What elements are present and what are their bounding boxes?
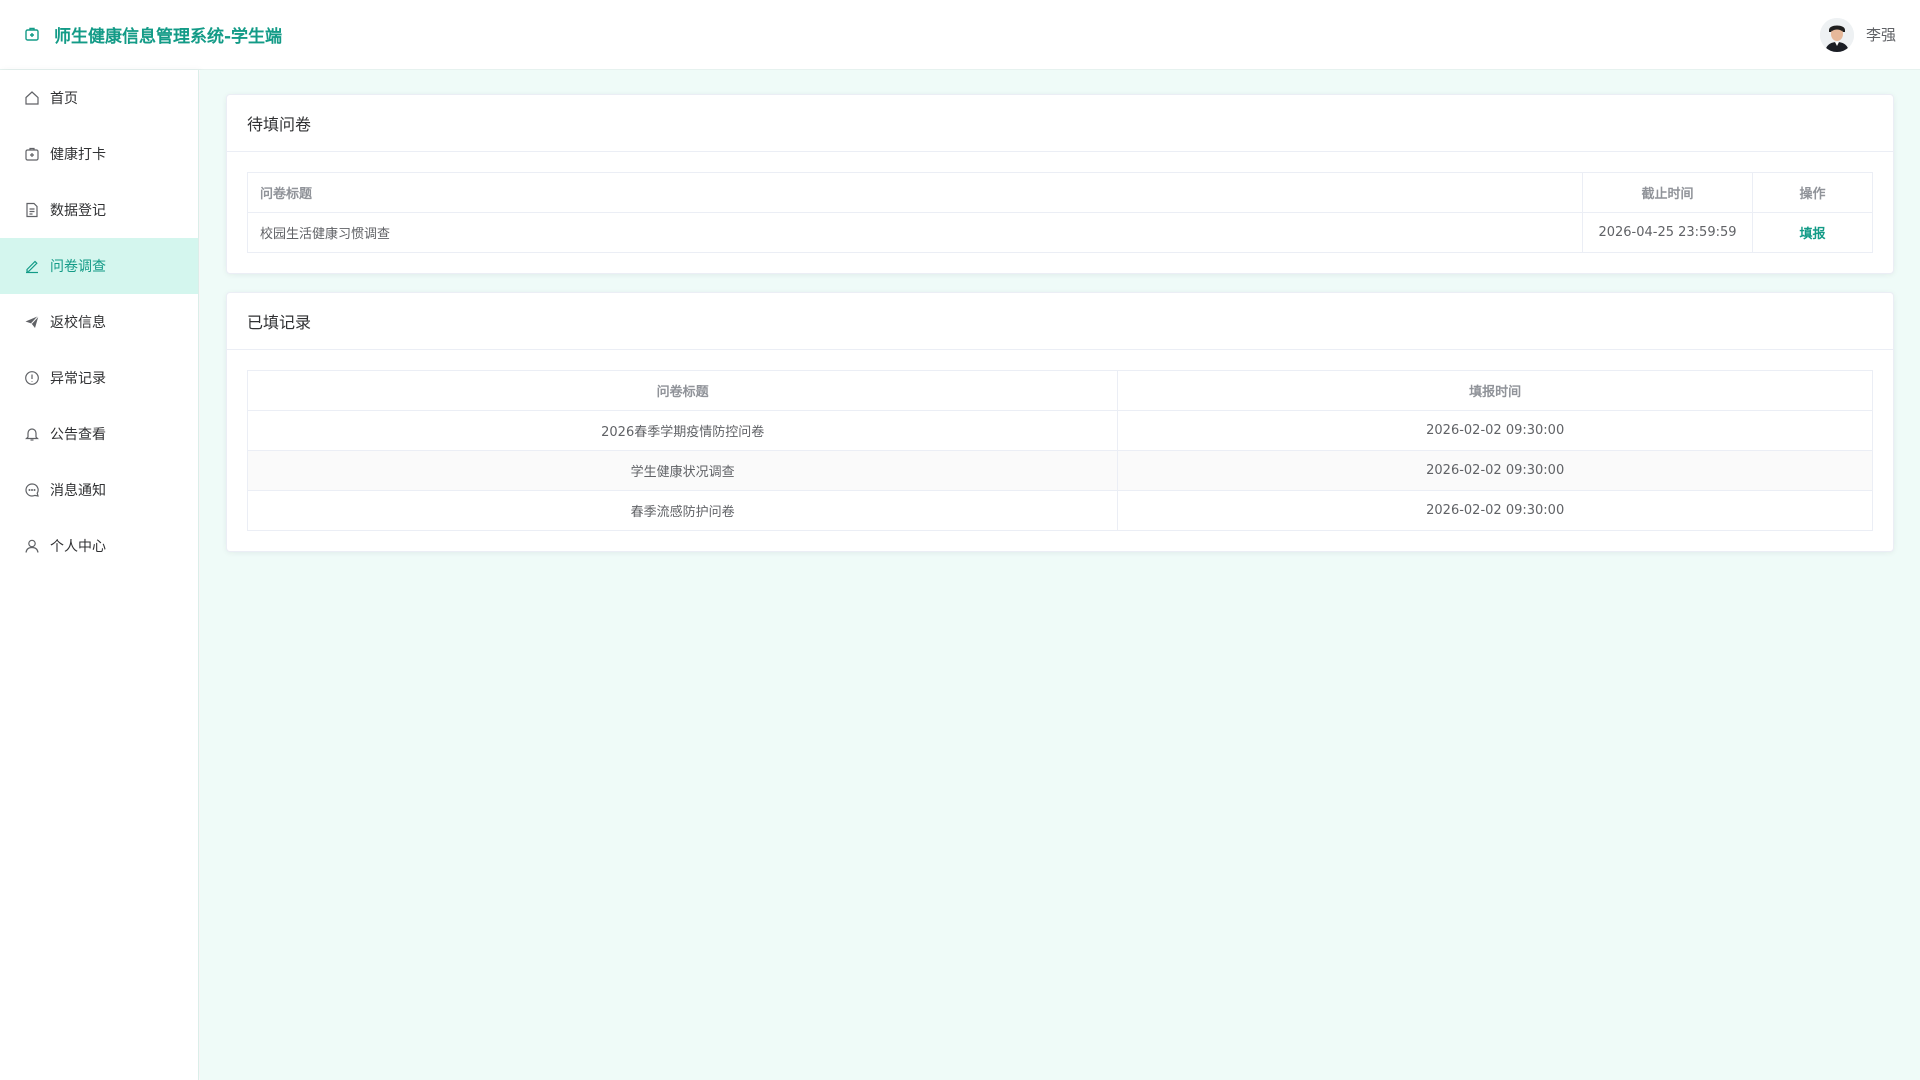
bell-icon (24, 426, 40, 442)
pending-surveys-table: 问卷标题 截止时间 操作 校园生活健康习惯调查 2026-04-25 23:59… (247, 172, 1873, 253)
brand[interactable]: 师生健康信息管理系统-学生端 (24, 22, 282, 47)
main-content: 待填问卷 问卷标题 截止时间 操作 校园生活健康习惯调查 2026-04-25 … (200, 70, 1920, 1080)
sidebar-item-profile[interactable]: 个人中心 (0, 518, 198, 574)
deadline: 2026-04-25 23:59:59 (1582, 212, 1753, 253)
warning-circle-icon (24, 370, 40, 386)
sidebar-item-label: 健康打卡 (50, 147, 106, 163)
survey-title: 校园生活健康习惯调查 (247, 212, 1583, 253)
pending-surveys-card: 待填问卷 问卷标题 截止时间 操作 校园生活健康习惯调查 2026-04-25 … (226, 94, 1894, 274)
submit-time: 2026-02-02 09:30:00 (1117, 490, 1873, 531)
fill-survey-link[interactable]: 填报 (1799, 227, 1825, 242)
table-row: 春季流感防护问卷 2026-02-02 09:30:00 (246, 490, 1873, 531)
sidebar-item-label: 首页 (50, 91, 78, 107)
card-title: 待填问卷 (227, 95, 1893, 152)
submit-time: 2026-02-02 09:30:00 (1117, 450, 1873, 491)
sidebar-item-label: 个人中心 (50, 539, 106, 555)
medical-kit-icon (24, 26, 42, 44)
completed-surveys-card: 已填记录 问卷标题 填报时间 2026春季学期疫情防控问卷 2026-02-02… (226, 292, 1894, 552)
sidebar-item-announcements[interactable]: 公告查看 (0, 406, 198, 462)
sidebar-item-data-register[interactable]: 数据登记 (0, 182, 198, 238)
avatar[interactable] (1819, 17, 1854, 52)
column-header: 填报时间 (1117, 370, 1873, 411)
app-title: 师生健康信息管理系统-学生端 (54, 27, 283, 47)
survey-title: 春季流感防护问卷 (246, 490, 1119, 531)
sidebar-item-label: 异常记录 (50, 371, 106, 387)
sidebar-item-health-checkin[interactable]: 健康打卡 (0, 126, 198, 182)
user-name: 李强 (1865, 26, 1896, 44)
user-menu[interactable]: 李强 (1819, 17, 1896, 52)
completed-surveys-table: 问卷标题 填报时间 2026春季学期疫情防控问卷 2026-02-02 09:3… (246, 370, 1873, 531)
user-icon (24, 538, 40, 554)
sidebar-item-return-info[interactable]: 返校信息 (0, 294, 198, 350)
column-header: 问卷标题 (246, 370, 1119, 411)
medical-kit-icon (24, 146, 40, 162)
chat-bubble-icon (24, 482, 40, 498)
sidebar-item-label: 问卷调查 (50, 259, 106, 275)
sidebar-item-home[interactable]: 首页 (0, 70, 198, 126)
sidebar-item-notifications[interactable]: 消息通知 (0, 462, 198, 518)
pencil-icon (24, 258, 40, 274)
paper-plane-icon (24, 314, 40, 330)
card-title: 已填记录 (227, 293, 1893, 350)
table-row: 学生健康状况调查 2026-02-02 09:30:00 (246, 450, 1873, 491)
survey-title: 2026春季学期疫情防控问卷 (246, 410, 1119, 451)
sidebar-item-label: 数据登记 (50, 203, 106, 219)
home-icon (24, 90, 40, 106)
table-row: 2026春季学期疫情防控问卷 2026-02-02 09:30:00 (246, 410, 1873, 451)
table-row: 校园生活健康习惯调查 2026-04-25 23:59:59 填报 (247, 212, 1873, 253)
survey-title: 学生健康状况调查 (246, 450, 1119, 491)
sidebar-item-abnormal-records[interactable]: 异常记录 (0, 350, 198, 406)
column-header: 问卷标题 (247, 172, 1583, 213)
document-icon (24, 202, 40, 218)
top-header: 师生健康信息管理系统-学生端 李强 (0, 0, 1920, 70)
sidebar-item-label: 返校信息 (50, 315, 106, 331)
sidebar-item-survey[interactable]: 问卷调查 (0, 238, 198, 294)
sidebar-item-label: 消息通知 (50, 483, 106, 499)
sidebar: 首页 健康打卡 数据登记 问卷调查 返校信息 异常记录 公告查看 消息通知 个人… (0, 70, 199, 1080)
column-header: 操作 (1752, 172, 1873, 213)
submit-time: 2026-02-02 09:30:00 (1117, 410, 1873, 451)
sidebar-item-label: 公告查看 (50, 427, 106, 443)
column-header: 截止时间 (1582, 172, 1753, 213)
